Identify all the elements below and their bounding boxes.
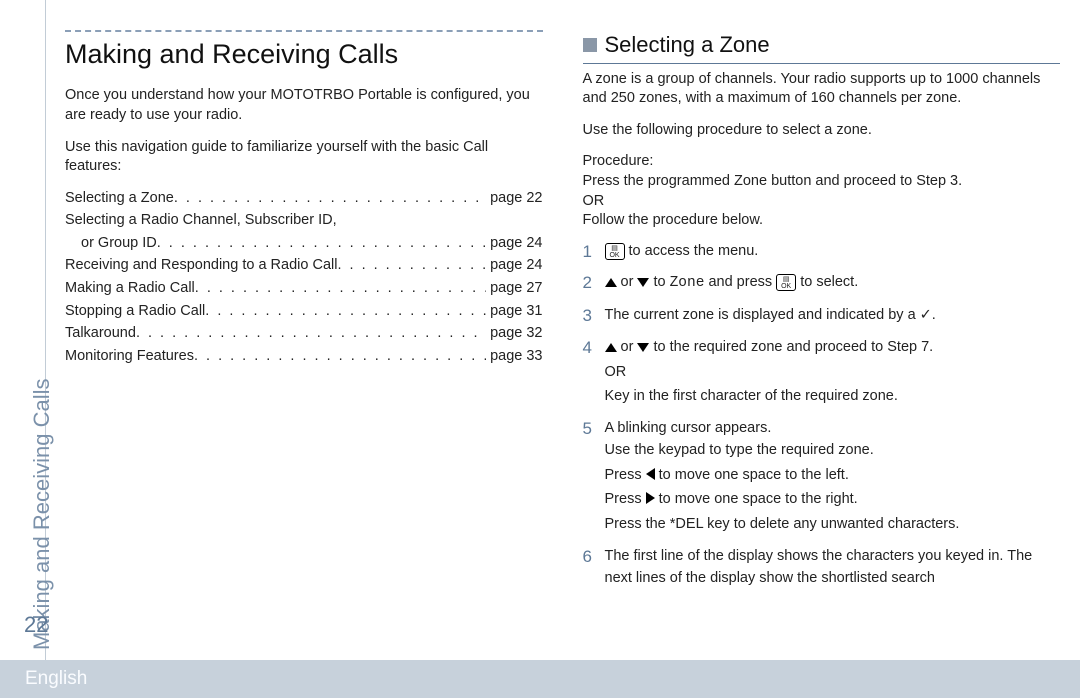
toc-label: Talkaround: [65, 324, 136, 344]
footer-bar: English: [0, 660, 1080, 698]
step-text: to: [649, 274, 669, 290]
toc: Selecting a Zone page 22 Selecting a Rad…: [65, 189, 543, 367]
toc-page: page 22: [486, 189, 542, 209]
step-number: 6: [583, 546, 605, 567]
dashed-rule: [65, 30, 543, 32]
step-line: Press to move one space to the right.: [605, 489, 1061, 511]
toc-dots: [205, 302, 486, 322]
procedure-or: OR: [583, 192, 1061, 212]
intro-paragraph-1: Once you understand how your MOTOTRBO Po…: [65, 86, 543, 125]
up-arrow-icon: [605, 278, 617, 287]
toc-page: page 27: [486, 279, 542, 299]
zone-paragraph-1: A zone is a group of channels. Your radi…: [583, 70, 1061, 109]
step-line: Press the *DEL key to delete any unwante…: [605, 514, 1061, 536]
toc-dots: [194, 347, 486, 367]
step-body: The current zone is displayed and indica…: [605, 305, 1061, 327]
step-body: A blinking cursor appears. Use the keypa…: [605, 418, 1061, 536]
toc-page: page 32: [486, 324, 542, 344]
step-3: 3 The current zone is displayed and indi…: [583, 305, 1061, 327]
toc-dots: [136, 324, 486, 344]
left-column: Making and Receiving Calls Once you unde…: [65, 30, 573, 653]
step-text: to access the menu.: [625, 243, 759, 259]
step-5: 5 A blinking cursor appears. Use the key…: [583, 418, 1061, 536]
sub-heading: Selecting a Zone: [605, 30, 770, 60]
step-number: 2: [583, 272, 605, 293]
step-line: Key in the first character of the requir…: [605, 386, 1061, 408]
toc-label: Selecting a Radio Channel, Subscriber ID…: [65, 211, 337, 231]
step-line: Press to move one space to the left.: [605, 465, 1061, 487]
toc-page: page 31: [486, 302, 542, 322]
zone-paragraph-2: Use the following procedure to select a …: [583, 121, 1061, 141]
right-column: Selecting a Zone A zone is a group of ch…: [573, 30, 1061, 653]
step-text: or: [617, 274, 638, 290]
toc-row: Making a Radio Call page 27: [65, 279, 543, 299]
procedure-line-2: Follow the procedure below.: [583, 211, 1061, 231]
step-text: to move one space to the left.: [655, 467, 849, 483]
toc-dots: [157, 234, 486, 254]
step-number: 4: [583, 337, 605, 358]
steps: 1 ▤OK to access the menu. 2 or to Zone a…: [583, 241, 1061, 590]
toc-label: Stopping a Radio Call: [65, 302, 205, 322]
step-4: 4 or to the required zone and proceed to…: [583, 337, 1061, 408]
ok-key-icon: ▤OK: [605, 243, 625, 260]
step-line: A blinking cursor appears.: [605, 418, 1061, 440]
step-2: 2 or to Zone and press ▤OK to select.: [583, 272, 1061, 295]
page-number: 22: [24, 610, 48, 640]
toc-label: or Group ID: [65, 234, 157, 254]
step-text: or: [617, 339, 638, 355]
step-body: or to the required zone and proceed to S…: [605, 337, 1061, 408]
step-1: 1 ▤OK to access the menu.: [583, 241, 1061, 263]
toc-row: or Group ID page 24: [65, 234, 543, 254]
footer-language: English: [25, 666, 87, 692]
ok-key-icon: ▤OK: [776, 274, 796, 291]
intro-paragraph-2: Use this navigation guide to familiarize…: [65, 138, 543, 177]
step-line: Use the keypad to type the required zone…: [605, 440, 1061, 462]
toc-label: Monitoring Features: [65, 347, 194, 367]
toc-dots: [337, 256, 486, 276]
step-text: Press: [605, 491, 646, 507]
step-number: 1: [583, 241, 605, 262]
square-bullet-icon: [583, 38, 597, 52]
step-number: 3: [583, 305, 605, 326]
toc-page: page 24: [486, 234, 542, 254]
left-arrow-icon: [646, 468, 655, 480]
right-arrow-icon: [646, 492, 655, 504]
toc-page: page 33: [486, 347, 542, 367]
toc-label: Receiving and Responding to a Radio Call: [65, 256, 337, 276]
step-6: 6 The first line of the display shows th…: [583, 546, 1061, 590]
toc-label: Selecting a Zone: [65, 189, 174, 209]
side-tab-label: Making and Receiving Calls: [29, 379, 54, 650]
step-text: to the required zone and proceed to Step…: [649, 339, 933, 355]
toc-row: Stopping a Radio Call page 31: [65, 302, 543, 322]
procedure-block: Procedure: Press the programmed Zone but…: [583, 152, 1061, 230]
sub-heading-row: Selecting a Zone: [583, 30, 1061, 64]
step-body: The first line of the display shows the …: [605, 546, 1061, 590]
toc-row: Talkaround page 32: [65, 324, 543, 344]
procedure-line-1: Press the programmed Zone button and pro…: [583, 172, 1061, 192]
step-or: OR: [605, 362, 1061, 384]
procedure-label: Procedure:: [583, 152, 1061, 172]
down-arrow-icon: [637, 343, 649, 352]
toc-row: Selecting a Zone page 22: [65, 189, 543, 209]
side-tab: Making and Receiving Calls: [27, 0, 57, 270]
toc-page: page 24: [486, 256, 542, 276]
toc-dots: [195, 279, 486, 299]
toc-row: Monitoring Features page 33: [65, 347, 543, 367]
step-text: Press: [605, 467, 646, 483]
toc-row: Receiving and Responding to a Radio Call…: [65, 256, 543, 276]
toc-dots: [174, 189, 486, 209]
step-text: and press: [704, 274, 776, 290]
step-body: ▤OK to access the menu.: [605, 241, 1061, 263]
step-number: 5: [583, 418, 605, 439]
step-body: or to Zone and press ▤OK to select.: [605, 272, 1061, 295]
step-text: to select.: [796, 274, 858, 290]
chapter-title: Making and Receiving Calls: [65, 36, 543, 72]
step-text: to move one space to the right.: [655, 491, 858, 507]
toc-label: Making a Radio Call: [65, 279, 195, 299]
zone-keyword: Zone: [670, 275, 705, 291]
down-arrow-icon: [637, 278, 649, 287]
up-arrow-icon: [605, 343, 617, 352]
toc-row: Selecting a Radio Channel, Subscriber ID…: [65, 211, 543, 231]
